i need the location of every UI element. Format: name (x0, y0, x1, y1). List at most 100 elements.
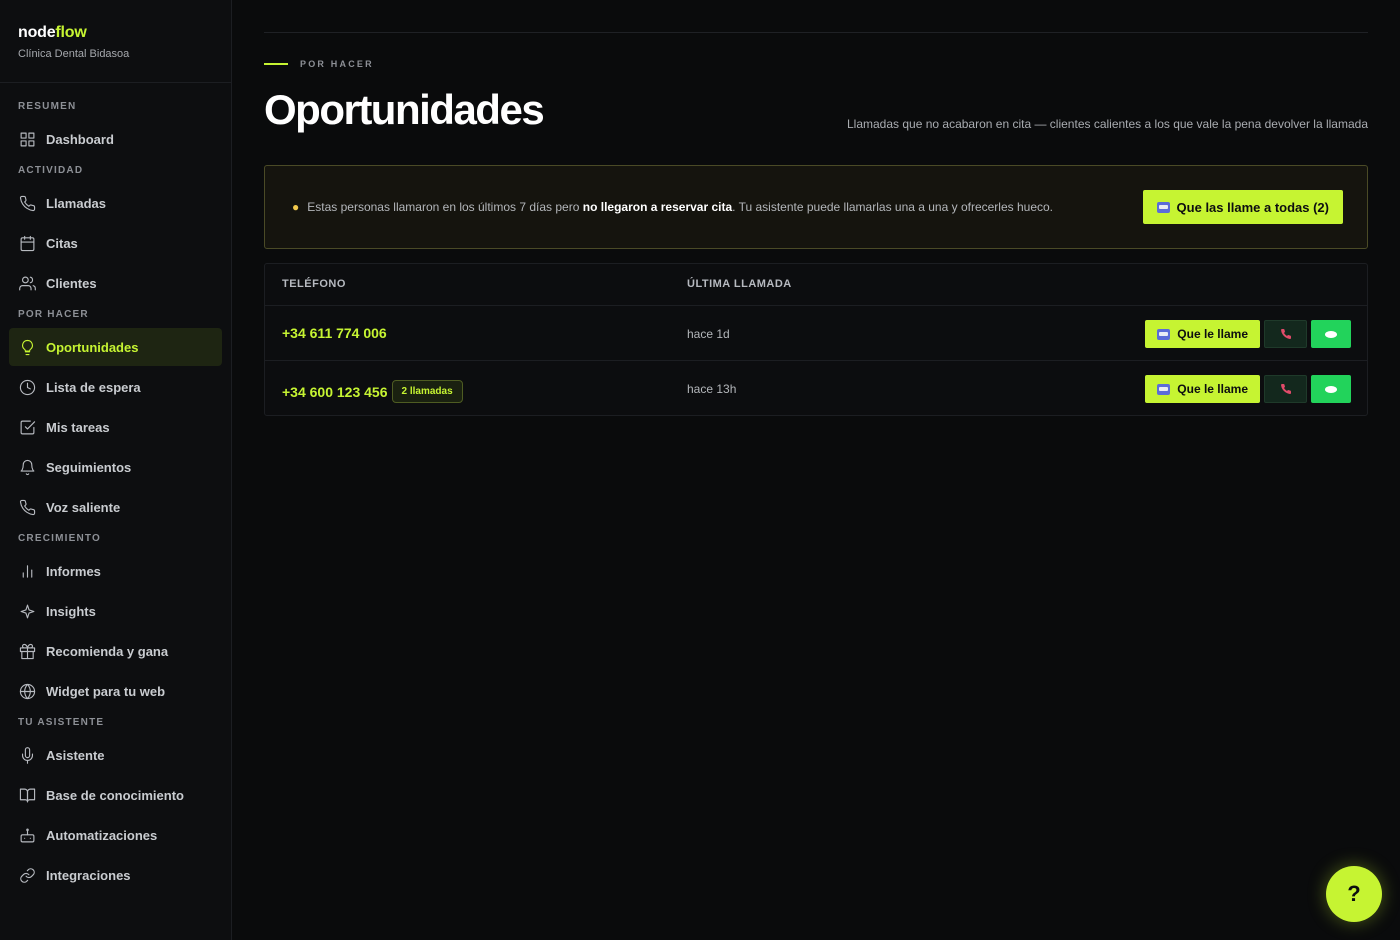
sidebar-item-mis-tareas[interactable]: Mis tareas (9, 408, 222, 446)
column-header-phone: TELÉFONO (282, 278, 346, 290)
phone-text: +34 611 774 006 (282, 325, 387, 341)
last-call-time: hace 13h (687, 382, 737, 396)
chat-bubble-icon (1325, 385, 1337, 393)
call-me-label: Que le llame (1177, 382, 1248, 396)
microphone-icon (18, 746, 37, 765)
banner-text-after: . Tu asistente puede llamarlas una a una… (732, 200, 1053, 214)
phone-call-button[interactable] (1264, 320, 1307, 348)
sidebar-item-dashboard[interactable]: Dashboard (9, 120, 222, 158)
page-subtitle: Llamadas que no acabaron en cita — clien… (847, 117, 1368, 131)
sidebar-item-recomienda-y-gana[interactable]: Recomienda y gana (9, 632, 222, 670)
column-header-last-call: ÚLTIMA LLAMADA (687, 278, 792, 290)
call-count-badge: 2 llamadas (391, 380, 463, 403)
sidebar-item-clientes[interactable]: Clientes (9, 264, 222, 302)
link-icon (18, 866, 37, 885)
sidebar-item-label: Oportunidades (46, 339, 139, 355)
sidebar-item-label: Seguimientos (46, 459, 132, 475)
sidebar-item-automatizaciones[interactable]: Automatizaciones (9, 816, 222, 854)
whatsapp-button[interactable] (1311, 375, 1351, 403)
clock-icon (18, 378, 37, 397)
sidebar-item-integraciones[interactable]: Integraciones (9, 856, 222, 894)
sidebar-item-label: Dashboard (46, 131, 114, 147)
bar-chart-icon (18, 562, 37, 581)
nav-section-crecimiento: CRECIMIENTO (18, 533, 102, 544)
row-actions: Que le llame (1145, 320, 1351, 348)
header-divider (264, 32, 1368, 33)
whatsapp-button[interactable] (1311, 320, 1351, 348)
brand: nodeflow Clínica Dental Bidasoa (0, 0, 231, 83)
table-header: TELÉFONO ÚLTIMA LLAMADA (265, 264, 1367, 306)
last-call-time: hace 1d (687, 327, 730, 341)
sidebar-item-base-de-conocimiento[interactable]: Base de conocimiento (9, 776, 222, 814)
call-all-button[interactable]: Que las llame a todas (2) (1142, 190, 1343, 224)
sidebar-item-widget[interactable]: Widget para tu web (9, 672, 222, 710)
eyebrow-dash (264, 63, 288, 65)
sidebar-item-voz-saliente[interactable]: Voz saliente (9, 488, 222, 526)
call-all-label: Que las llame a todas (2) (1176, 199, 1329, 215)
gift-icon (18, 642, 37, 661)
sidebar-item-informes[interactable]: Informes (9, 552, 222, 590)
banner-text-bold: no llegaron a reservar cita (582, 200, 733, 214)
robot-icon (1156, 201, 1170, 213)
sidebar-item-label: Automatizaciones (46, 827, 158, 843)
sidebar-item-label: Recomienda y gana (46, 643, 169, 659)
robot-icon (18, 826, 37, 845)
page-eyebrow: POR HACER (264, 59, 374, 69)
phone-text: +34 600 123 456 (282, 383, 388, 400)
sidebar-item-label: Voz saliente (46, 499, 121, 515)
sidebar-item-llamadas[interactable]: Llamadas (9, 184, 222, 222)
sidebar-item-label: Widget para tu web (46, 683, 166, 699)
sparkle-icon (18, 602, 37, 621)
sidebar-item-seguimientos[interactable]: Seguimientos (9, 448, 222, 486)
phone-outgoing-icon (18, 498, 37, 517)
sidebar-item-insights[interactable]: Insights (9, 592, 222, 630)
sidebar-item-label: Citas (46, 235, 78, 251)
banner-text: ● Estas personas llamaron en los últimos… (292, 200, 1053, 214)
row-actions: Que le llame (1145, 375, 1351, 403)
calendar-icon (18, 234, 37, 253)
opportunities-table: TELÉFONO ÚLTIMA LLAMADA +34 611 774 006 … (264, 263, 1368, 416)
call-me-label: Que le llame (1177, 327, 1248, 341)
sidebar-item-label: Lista de espera (46, 379, 141, 395)
sidebar-item-label: Mis tareas (46, 419, 110, 435)
help-label: ? (1347, 881, 1361, 906)
globe-icon (18, 682, 37, 701)
table-row: +34 611 774 006 hace 1d Que le llame (265, 306, 1367, 361)
sidebar-item-label: Insights (46, 603, 96, 619)
help-button[interactable]: ? (1326, 866, 1382, 922)
phone-number[interactable]: +34 600 123 456 2 llamadas (282, 380, 463, 403)
sidebar-item-label: Integraciones (46, 867, 131, 883)
chat-bubble-icon (1325, 330, 1337, 338)
brand-logo[interactable]: nodeflow (18, 24, 213, 42)
sidebar-item-label: Asistente (46, 747, 105, 763)
sidebar-item-label: Base de conocimiento (46, 787, 184, 803)
phone-icon (1280, 328, 1291, 339)
banner-text-before: Estas personas llamaron en los últimos 7… (307, 200, 583, 214)
sidebar-item-oportunidades[interactable]: Oportunidades (9, 328, 222, 366)
robot-icon (1157, 383, 1171, 395)
info-banner: ● Estas personas llamaron en los últimos… (264, 165, 1368, 249)
phone-icon (1280, 383, 1291, 394)
sidebar: nodeflow Clínica Dental Bidasoa RESUMEN … (0, 0, 232, 940)
call-me-button[interactable]: Que le llame (1145, 320, 1260, 348)
sidebar-item-citas[interactable]: Citas (9, 224, 222, 262)
users-icon (18, 274, 37, 293)
nav-section-por-hacer: POR HACER (18, 309, 89, 320)
lightbulb-icon (18, 338, 37, 357)
page-title: Oportunidades (264, 86, 545, 133)
table-row: +34 600 123 456 2 llamadas hace 13h Que … (265, 361, 1367, 416)
sidebar-item-label: Llamadas (46, 195, 106, 211)
eyebrow-label: POR HACER (300, 59, 374, 69)
nav-section-resumen: RESUMEN (18, 101, 77, 112)
sidebar-item-label: Informes (46, 563, 101, 579)
sidebar-item-label: Clientes (46, 275, 97, 291)
book-icon (18, 786, 37, 805)
phone-call-button[interactable] (1264, 375, 1307, 403)
call-me-button[interactable]: Que le llame (1145, 375, 1260, 403)
sidebar-item-lista-de-espera[interactable]: Lista de espera (9, 368, 222, 406)
checkbox-icon (18, 418, 37, 437)
phone-number[interactable]: +34 611 774 006 (282, 325, 387, 341)
grid-icon (18, 130, 37, 149)
sidebar-item-asistente[interactable]: Asistente (9, 736, 222, 774)
clinic-name: Clínica Dental Bidasoa (18, 48, 130, 60)
